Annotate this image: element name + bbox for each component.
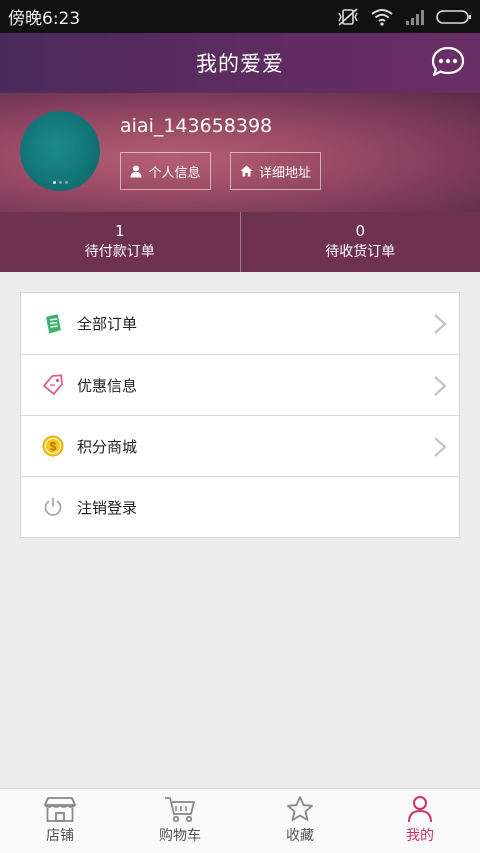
pending-payment-orders[interactable]: 1 待付款订单 xyxy=(0,212,240,272)
nav-label-cart: 购物车 xyxy=(159,828,201,844)
wifi-icon xyxy=(371,8,393,26)
message-button[interactable] xyxy=(430,45,466,79)
nav-item-cart[interactable]: 购物车 xyxy=(120,789,240,853)
app-header: 我的爱爱 xyxy=(0,33,480,93)
pending-payment-label: 待付款订单 xyxy=(84,244,155,260)
svg-text:$: $ xyxy=(50,440,57,454)
pending-receipt-count: 0 xyxy=(355,222,366,240)
nav-label-store: 店铺 xyxy=(46,828,74,844)
power-icon xyxy=(41,495,65,519)
user-icon xyxy=(130,165,142,177)
nav-label-favorites: 收藏 xyxy=(286,828,314,844)
chat-bubble-icon xyxy=(431,46,465,77)
username: aiai_143658398 xyxy=(120,115,273,137)
avatar[interactable] xyxy=(20,111,100,191)
profile-section: aiai_143658398 个人信息 详细地址 xyxy=(0,93,480,212)
status-bar: 傍晚6:23 xyxy=(0,0,480,33)
chevron-right-icon xyxy=(434,376,447,396)
personal-info-label: 个人信息 xyxy=(148,165,201,181)
address-button[interactable]: 详细地址 xyxy=(230,152,321,190)
chevron-right-icon xyxy=(434,314,447,334)
menu-item-all-orders[interactable]: 全部订单 xyxy=(21,293,459,354)
cart-icon xyxy=(165,797,195,823)
address-label: 详细地址 xyxy=(258,165,311,181)
menu-label-points-mall: 积分商城 xyxy=(77,437,138,456)
menu-list: 全部订单 优惠信息 $ 积分商城 注销登录 xyxy=(20,292,460,538)
status-icons xyxy=(336,7,472,27)
menu-item-promotions[interactable]: 优惠信息 xyxy=(21,354,459,415)
order-stats: 1 待付款订单 0 待收货订单 xyxy=(0,212,480,272)
battery-icon xyxy=(436,9,471,24)
vibrate-off-icon xyxy=(338,7,358,26)
menu-item-logout[interactable]: 注销登录 xyxy=(21,476,459,537)
status-time: 傍晚6:23 xyxy=(8,9,81,29)
dollar-coin-icon: $ xyxy=(41,434,65,458)
nav-item-favorites[interactable]: 收藏 xyxy=(240,789,360,853)
avatar-page-dots xyxy=(53,181,68,184)
coupon-tag-icon xyxy=(41,373,65,397)
home-icon xyxy=(240,165,253,177)
pending-receipt-label: 待收货订单 xyxy=(325,244,396,260)
receipt-icon xyxy=(41,312,65,336)
nav-item-store[interactable]: 店铺 xyxy=(0,789,120,853)
menu-label-logout: 注销登录 xyxy=(77,498,138,517)
store-icon xyxy=(44,797,76,822)
menu-label-promotions: 优惠信息 xyxy=(77,376,138,395)
nav-item-mine[interactable]: 我的 xyxy=(360,789,480,853)
person-icon xyxy=(408,796,432,823)
pending-payment-count: 1 xyxy=(114,222,125,240)
signal-icon xyxy=(406,9,424,25)
pending-receipt-orders[interactable]: 0 待收货订单 xyxy=(239,212,480,272)
menu-label-all-orders: 全部订单 xyxy=(77,315,138,333)
star-icon xyxy=(287,796,313,821)
personal-info-button[interactable]: 个人信息 xyxy=(120,152,211,190)
bottom-nav: 店铺 购物车 收藏 我的 xyxy=(0,788,480,853)
menu-item-points-mall[interactable]: $ 积分商城 xyxy=(21,415,459,476)
page-title: 我的爱爱 xyxy=(196,52,284,76)
nav-label-mine: 我的 xyxy=(406,828,434,844)
chevron-right-icon xyxy=(434,437,447,457)
